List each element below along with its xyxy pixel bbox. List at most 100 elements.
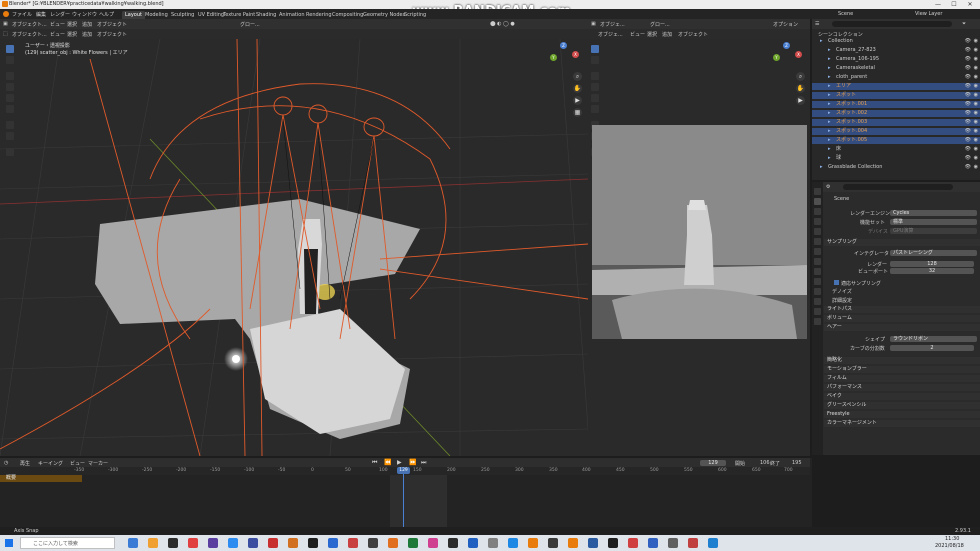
visibility-eye-icon[interactable]: 👁 bbox=[965, 56, 971, 63]
move-tool-icon[interactable] bbox=[6, 72, 14, 80]
transform-tool-icon[interactable] bbox=[6, 105, 14, 113]
volume-panel[interactable]: ボリューム bbox=[824, 315, 980, 322]
measure-tool-icon[interactable] bbox=[6, 132, 14, 140]
device-dropdown[interactable]: GPU演算 bbox=[890, 228, 977, 234]
menu-view-2[interactable]: ビュー bbox=[50, 31, 65, 38]
integrator-dropdown[interactable]: パストレーシング bbox=[890, 250, 977, 256]
prev-key-icon[interactable]: ⏪ bbox=[384, 459, 391, 466]
zoom-icon[interactable]: ⌕ bbox=[573, 72, 582, 81]
app-dark3-icon[interactable] bbox=[548, 538, 558, 548]
app-red5-icon[interactable] bbox=[688, 538, 698, 548]
select-tool-icon-right[interactable] bbox=[591, 45, 599, 53]
mode-dropdown-right[interactable]: オブジェ... bbox=[600, 21, 625, 28]
viewport-left[interactable]: ユーザー・透視投影 (129) scatter_obj : White Flow… bbox=[0, 39, 588, 456]
outliner-row[interactable]: ▸ エリア 👁 ◉ bbox=[812, 83, 980, 90]
gizmo-z-icon[interactable]: Z bbox=[560, 42, 567, 49]
properties-section-panel[interactable]: 簡略化 bbox=[824, 357, 980, 364]
properties-section-panel[interactable]: ベイク bbox=[824, 393, 980, 400]
expand-arrow-icon[interactable]: ▸ bbox=[828, 92, 831, 99]
outliner-row[interactable]: ▸ 床 👁 ◉ bbox=[812, 146, 980, 153]
annotate-tool-icon[interactable] bbox=[6, 121, 14, 129]
gizmo-z-icon-right[interactable]: Z bbox=[783, 42, 790, 49]
options-right[interactable]: オプション bbox=[773, 21, 798, 28]
properties-section-panel[interactable]: パフォーマンス bbox=[824, 384, 980, 391]
visibility-eye-icon[interactable]: 👁 bbox=[965, 137, 971, 144]
visibility-eye-icon[interactable]: 👁 bbox=[965, 146, 971, 153]
render-tab-icon[interactable] bbox=[814, 198, 821, 205]
adaptive-sampling-row[interactable]: 適応サンプリング bbox=[834, 280, 881, 287]
gizmo-x-icon-right[interactable]: X bbox=[795, 51, 802, 58]
expand-arrow-icon[interactable]: ▸ bbox=[828, 155, 831, 162]
view-layer-tab-icon[interactable] bbox=[814, 218, 821, 225]
visibility-eye-icon[interactable]: 👁 bbox=[965, 92, 971, 99]
app-red3-icon[interactable] bbox=[348, 538, 358, 548]
app-green-icon[interactable] bbox=[408, 538, 418, 548]
modifier-tab-icon[interactable] bbox=[814, 268, 821, 275]
gizmo-x-icon[interactable]: X bbox=[572, 51, 579, 58]
app-blue3-icon[interactable] bbox=[468, 538, 478, 548]
mode-dropdown[interactable]: オブジェクト... bbox=[12, 21, 47, 28]
workspace-tab-scripting[interactable]: Scripting bbox=[401, 11, 429, 19]
render-visibility-icon[interactable]: ◉ bbox=[974, 56, 978, 63]
scale-tool-icon[interactable] bbox=[6, 94, 14, 102]
app-gray2-icon[interactable] bbox=[488, 538, 498, 548]
visibility-eye-icon[interactable]: 👁 bbox=[965, 164, 971, 171]
outliner-row[interactable]: ▸ スポット.001 👁 ◉ bbox=[812, 101, 980, 108]
shape-dropdown[interactable]: ラウンドリボン bbox=[890, 336, 977, 342]
pan-hand-icon[interactable]: ✋ bbox=[573, 84, 582, 93]
app-blue5-icon[interactable] bbox=[588, 538, 598, 548]
menu-object[interactable]: オブジェクト bbox=[97, 21, 127, 28]
outliner-type-icon[interactable]: ☰ bbox=[815, 21, 819, 27]
terminal-icon[interactable] bbox=[168, 538, 178, 548]
app-blue7-icon[interactable] bbox=[708, 538, 718, 548]
camera-icon-right[interactable]: ▶ bbox=[796, 96, 805, 105]
viewport-samples-field[interactable]: 32 bbox=[890, 268, 974, 274]
scale-tool-icon-right[interactable] bbox=[591, 94, 599, 102]
menu-select[interactable]: 選択 bbox=[67, 21, 77, 28]
view-layer-selector[interactable]: View Layer bbox=[915, 11, 942, 17]
object-mode-icon[interactable]: ⬚ bbox=[3, 31, 8, 37]
rotate-tool-icon[interactable] bbox=[6, 83, 14, 91]
menu-add-2[interactable]: 追加 bbox=[82, 31, 92, 38]
visibility-eye-icon[interactable]: 👁 bbox=[965, 101, 971, 108]
outliner-row[interactable]: ▸ Collection 👁 ◉ bbox=[812, 38, 980, 45]
visibility-eye-icon[interactable]: 👁 bbox=[965, 38, 971, 45]
render-visibility-icon[interactable]: ◉ bbox=[974, 101, 978, 108]
expand-arrow-icon[interactable]: ▸ bbox=[828, 65, 831, 72]
app-red-icon[interactable] bbox=[188, 538, 198, 548]
constraints-tab-icon[interactable] bbox=[814, 298, 821, 305]
playback-menu[interactable]: 再生 bbox=[20, 460, 30, 467]
expand-arrow-icon[interactable]: ▸ bbox=[828, 119, 831, 126]
editor-type-icon-right[interactable]: ▣ bbox=[591, 21, 596, 27]
expand-arrow-icon[interactable]: ▸ bbox=[828, 74, 831, 81]
menu-add[interactable]: 追加 bbox=[82, 21, 92, 28]
windows-start-icon[interactable] bbox=[5, 539, 13, 547]
render-visibility-icon[interactable]: ◉ bbox=[974, 47, 978, 54]
current-frame-field[interactable]: 129 bbox=[700, 460, 726, 466]
expand-arrow-icon[interactable]: ▸ bbox=[828, 101, 831, 108]
app-dark-icon[interactable] bbox=[308, 538, 318, 548]
scene-selector[interactable]: Scene bbox=[838, 11, 853, 17]
edge-icon[interactable] bbox=[228, 538, 238, 548]
outliner-row[interactable]: ▸ cloth_parent 👁 ◉ bbox=[812, 74, 980, 81]
jump-start-icon[interactable]: ⏮ bbox=[372, 459, 377, 467]
expand-arrow-icon[interactable]: ▸ bbox=[820, 38, 823, 45]
menu-file[interactable]: ファイル bbox=[12, 11, 32, 18]
properties-section-panel[interactable]: フィルム bbox=[824, 375, 980, 382]
object-tab-icon[interactable] bbox=[814, 258, 821, 265]
menu-object-right[interactable]: オブジェクト bbox=[678, 31, 708, 38]
particles-tab-icon[interactable] bbox=[814, 278, 821, 285]
mode-dropdown-2[interactable]: オブジェクト... bbox=[12, 31, 47, 38]
render-visibility-icon[interactable]: ◉ bbox=[974, 92, 978, 99]
adaptive-checkbox[interactable] bbox=[834, 280, 839, 285]
menu-window[interactable]: ウィンドウ bbox=[72, 11, 97, 18]
app-blue4-icon[interactable] bbox=[508, 538, 518, 548]
keying-menu[interactable]: キーイング bbox=[38, 460, 63, 467]
expand-arrow-icon[interactable]: ▸ bbox=[828, 146, 831, 153]
outliner-row[interactable]: ▸ スポット.002 👁 ◉ bbox=[812, 110, 980, 117]
properties-section-panel[interactable]: カラーマネージメント bbox=[824, 420, 980, 427]
viewport-right[interactable]: Z X Y ⌕ ✋ ▶ bbox=[588, 39, 810, 456]
outliner-row[interactable]: ▸ 球 👁 ◉ bbox=[812, 155, 980, 162]
app-gray3-icon[interactable] bbox=[668, 538, 678, 548]
visibility-eye-icon[interactable]: 👁 bbox=[965, 155, 971, 162]
